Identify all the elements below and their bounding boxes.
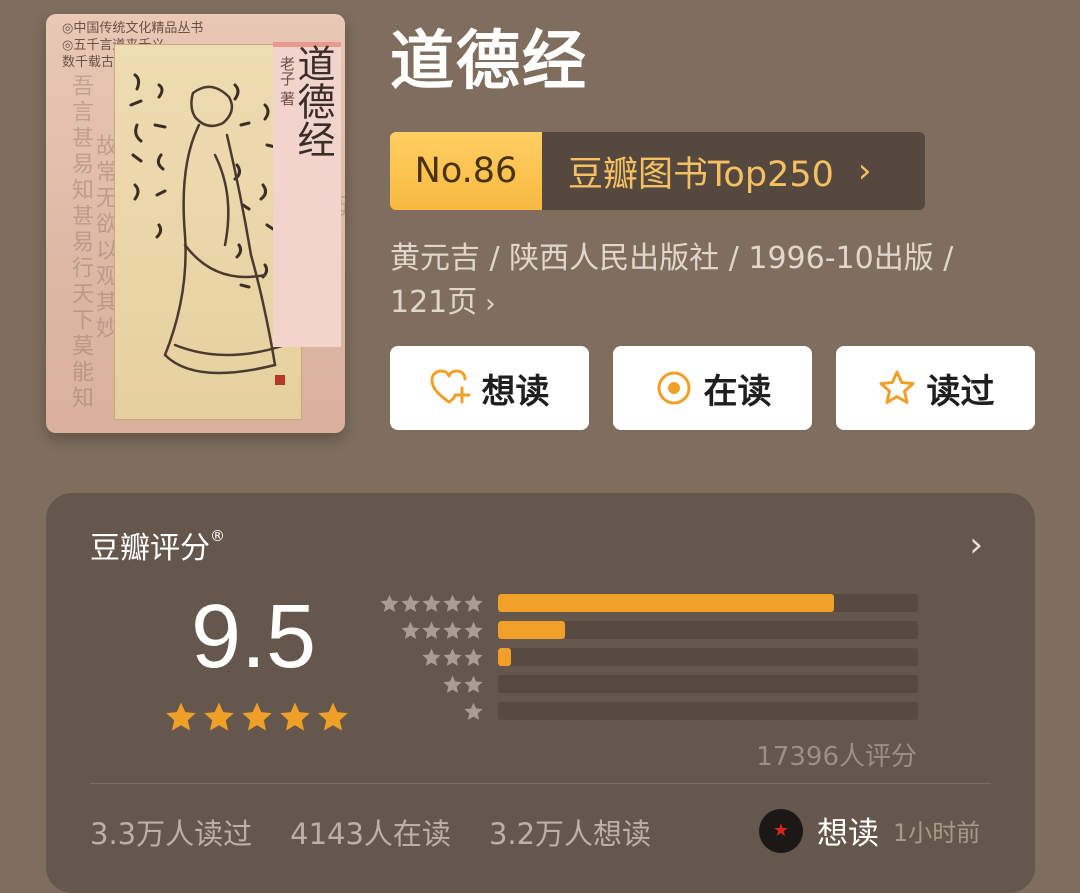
chevron-right-icon[interactable]: ›	[969, 525, 983, 565]
star-icon	[401, 594, 420, 612]
distribution-bar-track	[498, 621, 918, 639]
recent-activity[interactable]: ★ 想读 1小时前	[759, 808, 980, 853]
rank-list-name: 豆瓣图书Top250	[568, 154, 834, 195]
star-icon	[443, 675, 462, 693]
star-icon	[443, 648, 462, 666]
distribution-bar-track	[498, 702, 918, 720]
star-icon	[464, 675, 483, 693]
book-pages: 121页	[390, 285, 478, 320]
reading-status-actions: 想读 在读 读过	[390, 346, 1035, 430]
distribution-stars	[376, 620, 484, 641]
distribution-stars	[376, 701, 484, 722]
stat-want[interactable]: 3.2万人想读	[489, 811, 651, 853]
rating-stars	[164, 700, 350, 734]
rating-label-text: 豆瓣评分	[90, 531, 210, 566]
distribution-row-3-star	[376, 647, 936, 667]
distribution-row-5-star	[376, 593, 936, 613]
distribution-bar-track	[498, 648, 918, 666]
star-icon	[464, 702, 483, 720]
chevron-right-icon: ›	[857, 151, 872, 191]
star-icon	[166, 702, 196, 731]
book-meta-info[interactable]: 黄元吉 / 陕西人民出版社 / 1996-10出版 / 121页 ›	[390, 237, 1040, 326]
star-icon	[401, 621, 420, 639]
star-icon	[443, 594, 462, 612]
distribution-row-4-star	[376, 620, 936, 640]
distribution-stars	[376, 674, 484, 695]
distribution-bar-fill	[498, 594, 834, 612]
have-read-label: 读过	[926, 371, 995, 412]
star-icon	[422, 648, 441, 666]
star-icon	[204, 702, 234, 731]
star-icon	[464, 648, 483, 666]
rating-card[interactable]: 豆瓣评分® › 9.5 17396人评分 3.3万人读过 4143人在读 3.2…	[46, 493, 1035, 893]
star-icon	[464, 621, 483, 639]
distribution-row-1-star	[376, 701, 936, 721]
avatar: ★	[759, 808, 803, 853]
target-circle-icon	[657, 371, 690, 405]
chevron-right-icon: ›	[485, 289, 496, 319]
stat-reading[interactable]: 4143人在读	[290, 811, 451, 853]
registered-mark: ®	[210, 527, 225, 545]
distribution-bar-track	[498, 594, 918, 612]
rating-count: 17396人评分	[756, 742, 917, 772]
rank-list-link[interactable]: 豆瓣图书Top250 ›	[542, 132, 925, 210]
star-icon	[464, 594, 483, 612]
distribution-bar-fill	[498, 621, 566, 639]
book-meta-line: 黄元吉 / 陕西人民出版社 / 1996-10出版 /	[390, 241, 954, 276]
rating-score: 9.5	[191, 587, 317, 687]
cover-author: 老子 著	[278, 56, 296, 106]
cover-header-line: ◎中国传统文化精品丛书	[62, 21, 204, 36]
want-to-read-label: 想读	[481, 371, 550, 412]
star-icon	[318, 702, 348, 731]
distribution-row-2-star	[376, 674, 936, 694]
star-icon	[380, 594, 399, 612]
recent-activity-time: 1小时前	[893, 819, 981, 847]
reading-button[interactable]: 在读	[613, 346, 812, 430]
book-cover[interactable]: 吾言甚易知甚易行天下莫能知 天地之始有名万物之母 故常无欲以观其妙 ◎中国传统文…	[46, 14, 345, 433]
book-meta-line-pages: 121页 ›	[390, 281, 1040, 326]
star-icon	[422, 621, 441, 639]
heart-plus-icon	[430, 369, 470, 404]
cover-title: 道德经	[291, 44, 335, 158]
star-icon	[422, 594, 441, 612]
divider	[90, 783, 991, 784]
rank-number: No.86	[390, 132, 542, 210]
star-icon	[242, 702, 272, 731]
distribution-bar-track	[498, 675, 918, 693]
distribution-bar-fill	[498, 648, 511, 666]
distribution-stars	[376, 593, 484, 614]
reader-stats: 3.3万人读过 4143人在读 3.2万人想读	[90, 811, 651, 853]
stat-read[interactable]: 3.3万人读过	[90, 811, 252, 853]
distribution-stars	[376, 647, 484, 668]
recent-activity-action: 想读	[817, 816, 879, 852]
reading-label: 在读	[703, 371, 772, 412]
star-icon	[443, 621, 462, 639]
douban-rating-label: 豆瓣评分®	[90, 523, 225, 567]
book-title: 道德经	[390, 25, 588, 99]
star-icon	[280, 702, 310, 731]
top250-rank-badge[interactable]: No.86 豆瓣图书Top250 ›	[390, 132, 925, 210]
want-to-read-button[interactable]: 想读	[390, 346, 589, 430]
have-read-button[interactable]: 读过	[836, 346, 1035, 430]
star-outline-icon	[879, 370, 914, 404]
